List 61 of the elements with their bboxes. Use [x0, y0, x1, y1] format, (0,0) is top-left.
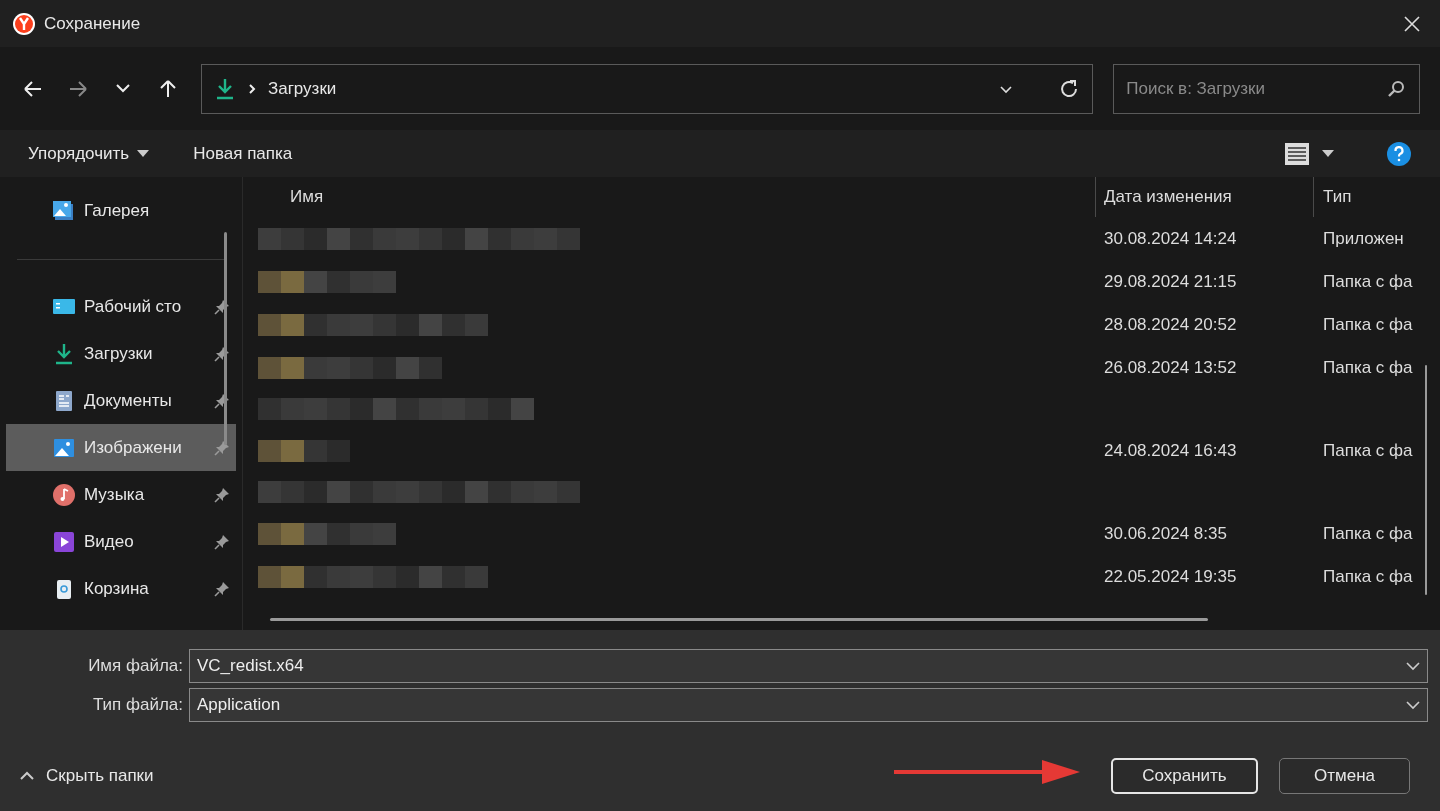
date-cell-text: 30.06.2024 8:35	[1103, 522, 1228, 545]
date-cell-text: 24.08.2024 16:43	[1103, 439, 1238, 462]
list-view-icon	[1284, 141, 1310, 166]
filetype-dropdown[interactable]: Application	[189, 688, 1428, 722]
sidebar-item[interactable]: Рабочий сто	[6, 283, 236, 330]
column-header[interactable]: Имя	[243, 184, 1095, 210]
type-cell-text: Папка с фа	[1322, 565, 1414, 588]
type-cell-text: Папка с фа	[1322, 270, 1414, 293]
sidebar-item[interactable]: Корзина	[6, 565, 236, 612]
vertical-scrollbar[interactable]	[1425, 365, 1427, 595]
chevron-up-icon	[20, 771, 34, 781]
view-options-button[interactable]	[1284, 141, 1334, 166]
field-label: Имя файла:	[87, 655, 184, 678]
window-title: Сохранение	[44, 12, 141, 35]
sidebar-item[interactable]: Изображени	[6, 424, 236, 471]
pin-icon	[214, 533, 230, 550]
help-button[interactable]	[1386, 140, 1412, 167]
search-field[interactable]: Поиск в: Загрузки	[1113, 63, 1421, 114]
date-cell-text: 30.08.2024 14:24	[1103, 227, 1238, 250]
organize-button[interactable]: Упорядочить	[28, 140, 150, 167]
sidebar-item[interactable]: Музыка	[6, 471, 236, 518]
video-play-icon	[52, 529, 76, 554]
pin-icon	[214, 439, 230, 456]
date-cell-text: 26.08.2024 13:52	[1103, 356, 1238, 379]
date-cell-text: 29.08.2024 21:15	[1103, 270, 1238, 293]
pin-icon	[214, 486, 230, 503]
dropdown-caret-icon	[137, 149, 150, 158]
save-button[interactable]: Сохранить	[1111, 758, 1258, 794]
date-cell-text: 28.08.2024 20:52	[1103, 313, 1238, 336]
column-header[interactable]: Тип	[1313, 177, 1440, 217]
chevron-down-icon	[1406, 661, 1420, 671]
type-cell-text: Папка с фа	[1322, 522, 1414, 545]
location-text: Загрузки	[267, 77, 338, 100]
date-cell-text: 22.05.2024 19:35	[1103, 565, 1238, 588]
help-icon	[1386, 140, 1412, 167]
address-bar[interactable]: Загрузки	[200, 63, 1094, 114]
type-cell-text: Папка с фа	[1322, 313, 1414, 336]
type-cell-text: Папка с фа	[1322, 439, 1414, 462]
breadcrumb-chevron-icon	[247, 82, 256, 95]
sidebar-item[interactable]: Галерея	[6, 187, 236, 234]
close-icon	[1403, 14, 1421, 33]
field-label: Тип файла:	[91, 694, 184, 717]
chevron-down-icon	[1406, 700, 1420, 710]
type-cell-text: Папка с фа	[1322, 356, 1414, 379]
chevron-down-icon	[115, 84, 130, 93]
new-folder-button[interactable]: Новая папка	[193, 140, 293, 167]
sidebar-item[interactable]: Загрузки	[6, 330, 236, 377]
pin-icon	[214, 580, 230, 597]
search-icon	[1386, 78, 1407, 99]
horizontal-scrollbar[interactable]	[270, 618, 1208, 621]
filename-field[interactable]: VC_redist.x64	[189, 649, 1428, 683]
scrollbar[interactable]	[224, 232, 227, 445]
browser-logo-icon	[12, 11, 36, 36]
hide-folders-button[interactable]: Скрыть папки	[20, 763, 154, 789]
cancel-button[interactable]: Отмена	[1279, 758, 1410, 794]
dropdown-caret-icon	[1322, 149, 1334, 158]
column-header[interactable]: Дата изменения	[1095, 177, 1313, 217]
sidebar-item[interactable]: Видео	[6, 518, 236, 565]
gallery-icon	[52, 198, 76, 223]
type-cell-text: Приложен	[1322, 227, 1405, 250]
music-note-icon	[52, 482, 76, 507]
